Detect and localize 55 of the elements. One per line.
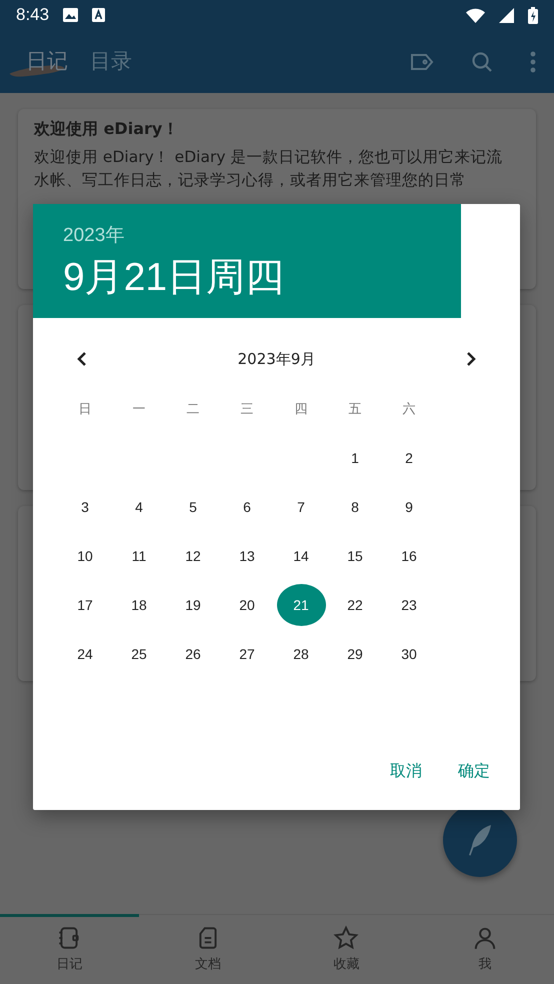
calendar-day[interactable]: 27 — [222, 632, 272, 674]
battery-icon — [528, 6, 538, 24]
calendar-day[interactable]: 9 — [384, 486, 434, 528]
calendar-day[interactable]: 17 — [60, 584, 110, 626]
calendar-day[interactable]: 29 — [330, 632, 380, 674]
chevron-right-icon — [465, 351, 477, 367]
status-time: 8:43 — [16, 5, 50, 25]
dialog-button[interactable]: 取消 — [380, 753, 432, 790]
weekday-label: 六 — [402, 400, 416, 418]
calendar-day[interactable]: 23 — [384, 584, 434, 626]
weekday-label: 五 — [348, 400, 362, 418]
chevron-left-icon — [76, 351, 88, 367]
card-text: 欢迎使用 eDiary！ eDiary 是一款日记软件，您也可以用它来记流水帐、写工作日志，记录学习心得，或者用它来管理您的日常 — [34, 147, 504, 191]
calendar-day[interactable]: 28 — [276, 632, 326, 674]
calendar-day[interactable]: 22 — [330, 584, 380, 626]
calendar-day[interactable]: 18 — [114, 584, 164, 626]
calendar-day[interactable]: 12 — [168, 534, 218, 576]
weekday-label: 四 — [294, 400, 308, 418]
calendar-day[interactable]: 19 — [168, 584, 218, 626]
calendar-day[interactable]: 21 — [276, 584, 326, 626]
calendar-day[interactable]: 20 — [222, 584, 272, 626]
calendar-day[interactable]: 24 — [60, 632, 110, 674]
signal-icon — [499, 8, 514, 22]
feather-icon — [467, 824, 493, 856]
calendar-day[interactable]: 8 — [330, 486, 380, 528]
calendar-day[interactable]: 4 — [114, 486, 164, 528]
calendar-day[interactable]: 11 — [114, 534, 164, 576]
calendar-day[interactable]: 1 — [330, 436, 380, 478]
font-icon — [92, 8, 106, 22]
tag-icon[interactable] — [410, 52, 434, 72]
calendar-day[interactable]: 14 — [276, 534, 326, 576]
calendar-day[interactable]: 3 — [60, 486, 110, 528]
more-icon[interactable] — [530, 50, 536, 72]
image-icon — [63, 8, 78, 22]
calendar-day[interactable]: 6 — [222, 486, 272, 528]
calendar-day[interactable]: 26 — [168, 632, 218, 674]
calendar-day[interactable]: 7 — [276, 486, 326, 528]
calendar-day[interactable]: 15 — [330, 534, 380, 576]
card-title: 欢迎使用 eDiary！ — [34, 119, 180, 140]
weekday-label: 二 — [186, 400, 200, 418]
calendar-day[interactable]: 16 — [384, 534, 434, 576]
calendar-day[interactable]: 30 — [384, 632, 434, 674]
dialog-button[interactable]: 确定 — [448, 753, 500, 790]
calendar-day[interactable]: 13 — [222, 534, 272, 576]
calendar-day[interactable]: 2 — [384, 436, 434, 478]
star-icon — [333, 925, 360, 951]
weekday-label: 三 — [240, 400, 254, 418]
wifi-icon — [466, 8, 485, 22]
calendar-day[interactable]: 25 — [114, 632, 164, 674]
search-icon[interactable] — [470, 50, 494, 74]
weekday-label: 一 — [132, 400, 146, 418]
calendar-day[interactable]: 10 — [60, 534, 110, 576]
calendar-day[interactable]: 5 — [168, 486, 218, 528]
month-title: 2023年9月 — [238, 350, 316, 368]
weekday-label: 日 — [78, 400, 92, 418]
